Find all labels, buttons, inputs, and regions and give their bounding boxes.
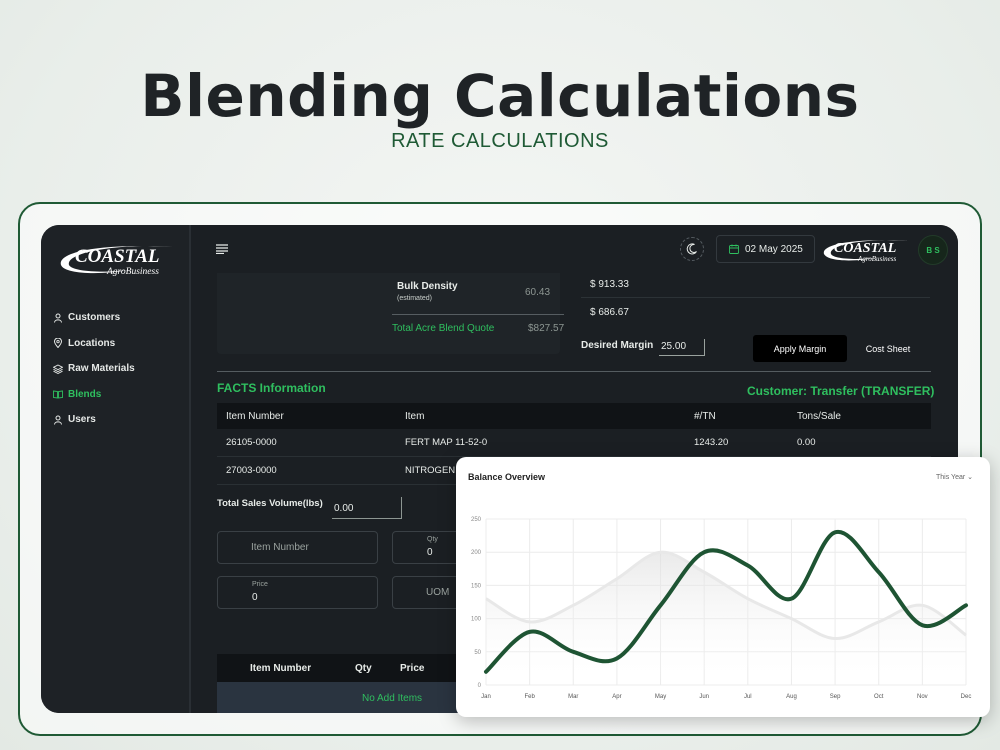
y-tick-label: 100	[471, 617, 482, 623]
layers-icon	[53, 364, 63, 374]
price-field[interactable]: Price 0	[217, 576, 378, 609]
total-acre-blend-quote-label: Total Acre Blend Quote	[392, 323, 495, 334]
x-tick-label: Mar	[568, 694, 578, 700]
qty-label: Qty	[427, 536, 438, 543]
table-cell: 26105-0000	[226, 437, 277, 448]
page-title: Blending Calculations	[140, 62, 860, 130]
coastal-logo: COASTAL AgroBusiness	[823, 240, 908, 263]
uom-placeholder: UOM	[426, 587, 450, 598]
column-header: Qty	[355, 662, 372, 674]
location-pin-icon	[53, 338, 63, 349]
divider	[392, 314, 564, 315]
coastal-logo: COASTAL AgroBusiness	[60, 246, 174, 277]
desired-margin-label: Desired Margin	[581, 340, 654, 351]
table-cell: FERT MAP 11-52-0	[405, 437, 488, 448]
total-acre-blend-quote-value: $827.57	[528, 323, 565, 334]
y-tick-label: 200	[471, 550, 482, 556]
y-tick-label: 150	[471, 583, 482, 589]
logo-sub-text: AgroBusiness	[857, 255, 897, 263]
amount-2: $ 686.67	[590, 307, 629, 318]
column-header: Item Number	[226, 410, 284, 422]
customer-label: Customer: Transfer (TRANSFER)	[747, 384, 935, 398]
items-table-body: No Add Items	[217, 682, 477, 713]
column-header: Price	[400, 662, 425, 674]
bulk-density-value: 60.43	[525, 287, 551, 298]
column-header: Tons/Sale	[797, 410, 841, 422]
column-header: Item Number	[250, 662, 312, 674]
x-tick-label: Jan	[481, 694, 491, 700]
topbar: 02 May 2025 COASTAL AgroBusiness B S	[191, 225, 958, 273]
qty-value: 0	[427, 547, 433, 558]
x-tick-label: Apr	[612, 694, 621, 700]
item-number-field[interactable]: Item Number	[217, 531, 378, 564]
divider	[581, 297, 930, 298]
x-tick-label: Aug	[786, 694, 797, 700]
column-header: Item	[405, 410, 425, 422]
summary-card: Bulk Density (estimated) 60.43 Total Acr…	[217, 273, 564, 354]
logo-sub-text: AgroBusiness	[106, 267, 159, 277]
y-tick-label: 50	[474, 650, 481, 656]
sidebar-item-users[interactable]: Users	[53, 407, 183, 433]
bulk-density-sub: (estimated)	[397, 295, 433, 302]
sidebar-item-blends[interactable]: Blends	[53, 382, 183, 408]
date-text: 02 May 2025	[745, 243, 803, 255]
column-header: #/TN	[694, 410, 716, 422]
logo-main-text: COASTAL	[75, 246, 159, 267]
sidebar-nav: Customers Locations Raw Materials Blends…	[53, 305, 183, 433]
x-tick-label: Jun	[699, 694, 709, 700]
page-subtitle: RATE CALCULATIONS	[391, 130, 609, 152]
sidebar-item-label: Customers	[68, 312, 121, 324]
x-tick-label: Nov	[917, 694, 928, 700]
sidebar-item-raw-materials[interactable]: Raw Materials	[53, 356, 183, 382]
x-tick-label: Oct	[874, 694, 884, 700]
series-area-secondary	[486, 552, 966, 685]
x-tick-label: Feb	[524, 694, 535, 700]
logo-main-text: COASTAL	[834, 241, 896, 256]
user-icon	[54, 313, 62, 323]
table-cell: 27003-0000	[226, 465, 277, 476]
x-tick-label: Sep	[830, 694, 841, 700]
total-sales-volume-label: Total Sales Volume(lbs)	[217, 498, 323, 509]
y-tick-label: 0	[478, 683, 482, 689]
x-tick-label: Dec	[961, 694, 972, 700]
item-number-placeholder: Item Number	[251, 542, 309, 553]
sidebar-item-label: Users	[68, 414, 96, 426]
empty-state-text: No Add Items	[362, 692, 423, 704]
sidebar-item-label: Blends	[68, 388, 102, 400]
section-divider	[217, 371, 931, 372]
user-icon	[54, 415, 62, 425]
sidebar-item-customers[interactable]: Customers	[53, 305, 183, 331]
total-sales-volume-input[interactable]: 0.00	[332, 497, 402, 519]
date-display[interactable]: 02 May 2025	[716, 235, 815, 263]
balance-overview-card: Balance Overview This Year ⌄ 0 50 100 150 20…	[456, 457, 990, 717]
y-tick-label: 250	[471, 517, 482, 523]
facts-title: FACTS Information	[217, 381, 326, 395]
avatar[interactable]: B S	[918, 235, 948, 265]
table-row[interactable]: 26105-0000 FERT MAP 11-52-0 1243.20 0.00	[217, 429, 931, 457]
cost-sheet-button[interactable]: Cost Sheet	[852, 335, 924, 362]
amount-1: $ 913.33	[590, 279, 629, 290]
table-cell: 1243.20	[694, 437, 729, 448]
calendar-icon	[729, 244, 739, 254]
desired-margin-input[interactable]: 25.00	[659, 339, 705, 356]
facts-table-header: Item Number Item #/TN Tons/Sale	[217, 403, 931, 429]
bulk-density-label: Bulk Density	[397, 281, 458, 292]
items-table-header: Item Number Qty Price	[217, 654, 477, 682]
price-label: Price	[252, 581, 268, 588]
sidebar-item-locations[interactable]: Locations	[53, 331, 183, 357]
sidebar: COASTAL AgroBusiness Customers Locations…	[41, 225, 189, 713]
sidebar-item-label: Raw Materials	[68, 363, 135, 375]
apply-margin-button[interactable]: Apply Margin	[753, 335, 847, 362]
sidebar-item-label: Locations	[68, 337, 116, 349]
moon-icon	[686, 243, 697, 255]
x-tick-label: May	[655, 694, 666, 700]
table-cell: 0.00	[797, 437, 816, 448]
hamburger-menu-icon[interactable]	[216, 244, 228, 254]
balance-chart: 0 50 100 150 200 250 Jan Feb Mar Apr May Jun Jul Aug S…	[471, 517, 972, 700]
table-cell: NITROGEN	[405, 465, 456, 476]
x-tick-label: Jul	[744, 694, 752, 700]
book-icon	[53, 390, 63, 399]
theme-toggle-button[interactable]	[680, 237, 704, 261]
price-value: 0	[252, 592, 258, 603]
